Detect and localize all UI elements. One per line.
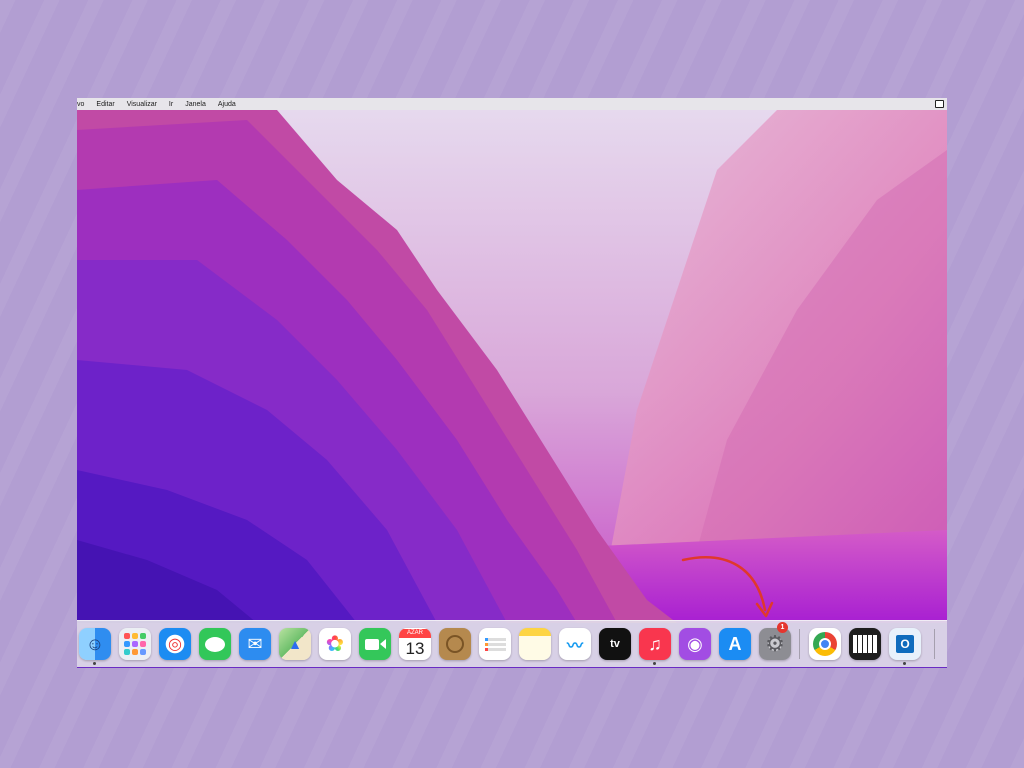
reminders-icon[interactable] — [479, 628, 511, 660]
desktop-wallpaper — [77, 110, 947, 623]
messages-icon[interactable] — [199, 628, 231, 660]
menu-item-ajuda[interactable]: Ajuda — [218, 101, 236, 108]
mail-icon[interactable]: ✉ — [239, 628, 271, 660]
outlook-running-indicator — [903, 662, 906, 665]
podcasts-icon[interactable]: ◉ — [679, 628, 711, 660]
menu-item-arquivo[interactable]: vo — [77, 101, 84, 108]
apple-tv-icon[interactable]: tv — [599, 628, 631, 660]
freeform-icon[interactable]: 〰 — [559, 628, 591, 660]
maps-icon[interactable]: ▲ — [279, 628, 311, 660]
contacts-icon[interactable] — [439, 628, 471, 660]
finder-running-indicator — [93, 662, 96, 665]
gear-icon[interactable]: ⚙ — [759, 628, 791, 660]
chrome-icon[interactable] — [809, 628, 841, 660]
piano-icon[interactable] — [849, 628, 881, 660]
notes-icon[interactable] — [519, 628, 551, 660]
dock-separator — [799, 629, 800, 659]
finder-icon[interactable]: ☺ — [79, 628, 111, 660]
menu-bar: vo Editar Visualizar Ir Janela Ajuda — [77, 98, 947, 110]
dock: ☺ ◎ ✉ ▲ ✿ AZAR 13 〰 tv ♫ ◉ A ⚙ O — [77, 620, 947, 667]
menu-item-janela[interactable]: Janela — [185, 101, 206, 108]
mac-desktop: vo Editar Visualizar Ir Janela Ajuda ☺ ◎… — [77, 98, 947, 668]
launchpad-icon[interactable] — [119, 628, 151, 660]
music-icon[interactable]: ♫ — [639, 628, 671, 660]
photos-icon[interactable]: ✿ — [319, 628, 351, 660]
music-running-indicator — [653, 662, 656, 665]
menu-item-visualizar[interactable]: Visualizar — [127, 101, 157, 108]
notification-badge: 1 — [777, 622, 788, 633]
menu-item-ir[interactable]: Ir — [169, 101, 173, 108]
facetime-icon[interactable] — [359, 628, 391, 660]
outlook-icon[interactable]: O — [889, 628, 921, 660]
app-store-icon[interactable]: A — [719, 628, 751, 660]
display-icon[interactable] — [935, 100, 944, 108]
menu-item-editar[interactable]: Editar — [96, 101, 114, 108]
safari-icon[interactable]: ◎ — [159, 628, 191, 660]
calendar-icon[interactable]: AZAR 13 — [399, 628, 431, 660]
dock-separator-right — [934, 629, 935, 659]
